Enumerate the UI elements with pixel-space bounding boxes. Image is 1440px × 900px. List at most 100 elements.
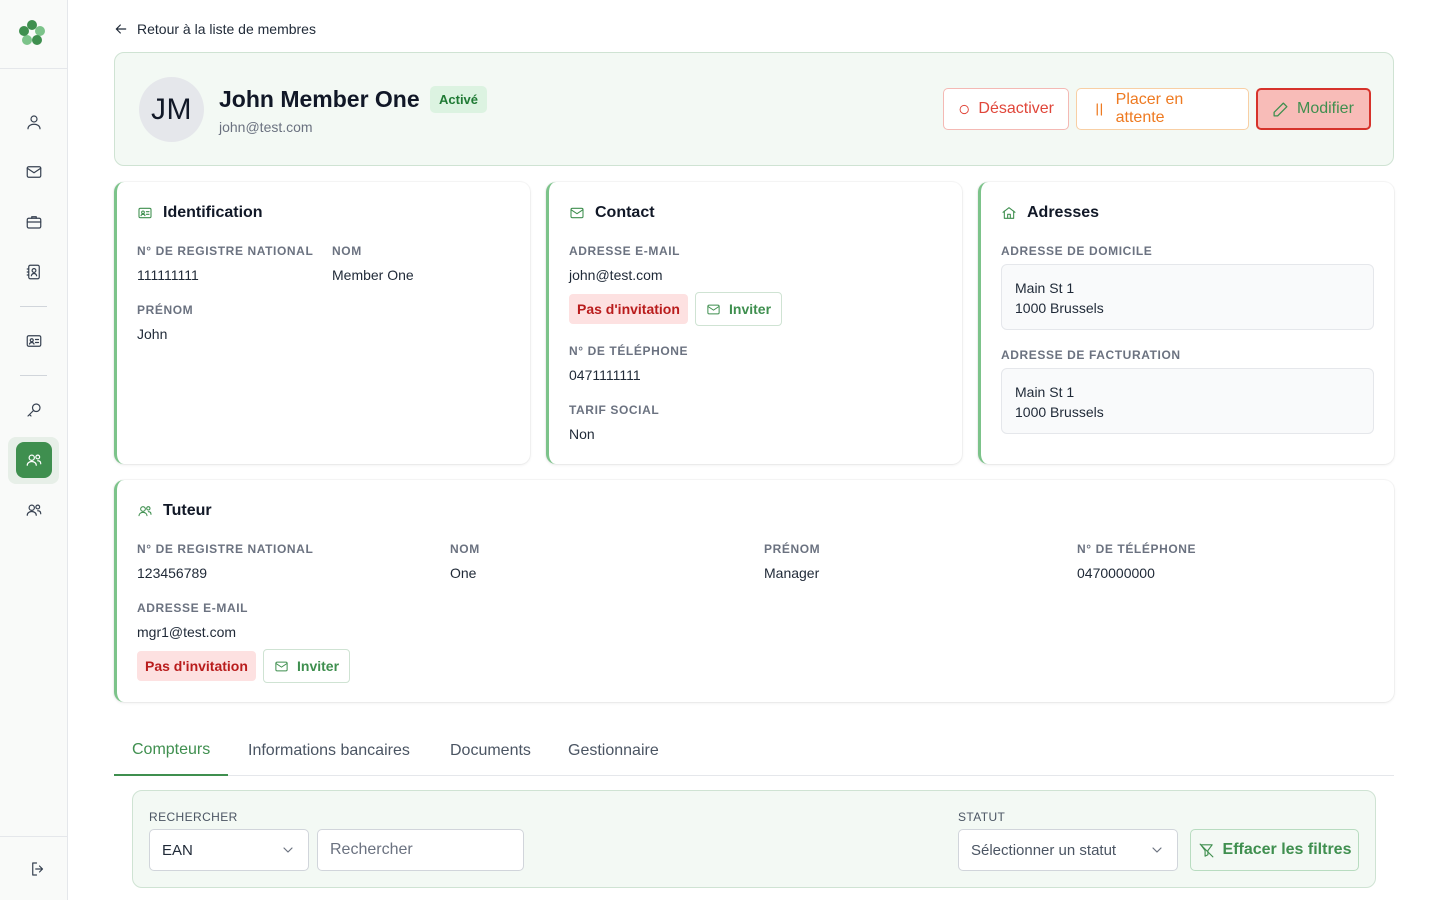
field-value: 111111111 [137, 267, 199, 283]
tab-documents[interactable]: Documents [432, 726, 549, 776]
sidebar-divider [0, 68, 68, 69]
social-tariff-field: Tarif social Non [569, 403, 659, 442]
sidebar-divider [0, 836, 68, 837]
invitation-status-badge: Pas d'invitation [569, 294, 688, 324]
field-value: 0471111111 [569, 367, 641, 383]
pencil-icon [1273, 101, 1288, 117]
field-label: Tarif social [569, 403, 660, 417]
national-register-field: N° de registre national 111111111 [137, 244, 313, 283]
tab-meters[interactable]: Compteurs [114, 726, 229, 776]
sidebar-divider [20, 375, 47, 376]
field-label: N° de téléphone [569, 344, 689, 358]
field-value: Non [569, 426, 595, 442]
search-input[interactable] [317, 829, 524, 871]
managers-icon [26, 504, 42, 516]
identification-title: Identification [137, 204, 263, 222]
member-header-card: JM John Member One Activé john@test.com … [114, 52, 1394, 166]
field-value: John [137, 326, 168, 342]
back-link-label: Retour à la liste de membres [137, 21, 316, 37]
tab-bank-info[interactable]: Informations bancaires [230, 726, 428, 776]
deactivate-label: Désactiver [978, 100, 1054, 117]
mail-icon [26, 166, 42, 178]
tab-bar: Compteurs Informations bancaires Documen… [114, 726, 1394, 776]
contact-book-icon [26, 264, 40, 280]
filter-panel: RECHERCHER EAN STATUT Sélectionner un st… [132, 790, 1376, 888]
field-label: N° de registre national [137, 542, 314, 556]
sidebar-item-messages[interactable] [16, 154, 52, 190]
address-line: 1000 Brussels [1015, 300, 1104, 316]
back-to-members-link[interactable]: Retour à la liste de membres [113, 21, 316, 37]
addresses-title-text: Adresses [1027, 204, 1100, 221]
field-value: One [450, 565, 477, 581]
chevron-down-icon [283, 847, 293, 853]
field-label: N° de registre national [137, 244, 314, 258]
sidebar [0, 0, 68, 900]
guardian-title-text: Tuteur [163, 502, 212, 519]
guardian-phone-field: N° de téléphone 0470000000 [1077, 542, 1196, 581]
edit-label: Modifier [1297, 100, 1354, 117]
address-line: 1000 Brussels [1015, 404, 1104, 420]
users-icon [138, 506, 152, 517]
guardian-card: Tuteur N° de registre national 123456789… [114, 480, 1394, 702]
tab-label: Documents [450, 742, 531, 759]
field-value: mgr1@test.com [137, 624, 237, 640]
field-label: Nom [332, 244, 362, 258]
first-name-field: Prénom John [137, 303, 193, 342]
logout-icon [32, 862, 44, 876]
billing-address-label: Adresse de facturation [1001, 348, 1181, 362]
status-label: STATUT [958, 810, 1006, 824]
sidebar-item-managers[interactable] [16, 492, 52, 528]
field-value: john@test.com [569, 267, 663, 283]
sidebar-item-portfolio[interactable] [16, 204, 52, 240]
hold-label: Placer en attente [1115, 91, 1184, 126]
guardian-invite-button[interactable]: Inviter [263, 649, 351, 683]
id-card-icon [26, 335, 42, 347]
invite-label: Inviter [729, 301, 772, 317]
user-icon [27, 115, 41, 130]
member-email: john@test.com [219, 119, 313, 135]
circle-icon [959, 104, 969, 114]
tab-label: Gestionnaire [568, 742, 659, 759]
guardian-first-name-field: Prénom Manager [764, 542, 820, 581]
home-address-box: Main St 1 1000 Brussels [1001, 264, 1374, 330]
field-label: Adresse de domicile [1001, 244, 1153, 258]
field-label: Prénom [764, 542, 821, 556]
field-value: 123456789 [137, 565, 208, 581]
addresses-card: Adresses Adresse de domicile Main St 1 1… [978, 182, 1394, 464]
email-field: Adresse e-mail john@test.com [569, 244, 680, 283]
sidebar-item-id-cards[interactable] [16, 323, 52, 359]
clear-filters-label: Effacer les filtres [1222, 841, 1352, 858]
search-field-select[interactable]: EAN [149, 829, 309, 871]
home-icon [1002, 207, 1016, 219]
field-label: N° de téléphone [1077, 542, 1197, 556]
place-on-hold-button[interactable]: Placer en attente [1076, 88, 1249, 130]
addresses-title: Adresses [1001, 204, 1099, 222]
sidebar-item-contacts[interactable] [16, 254, 52, 290]
field-label: Adresse e-mail [137, 601, 249, 615]
sidebar-item-profile[interactable] [16, 104, 52, 140]
tab-manager[interactable]: Gestionnaire [550, 726, 677, 776]
search-label: RECHERCHER [149, 810, 238, 824]
identification-title-text: Identification [163, 204, 263, 221]
contact-title-text: Contact [595, 204, 655, 221]
member-name: John Member One [219, 86, 420, 112]
contact-card: Contact Adresse e-mail john@test.com Pas… [546, 182, 962, 464]
status-select[interactable]: Sélectionner un statut [958, 829, 1178, 871]
field-value: 0470000000 [1077, 565, 1155, 581]
guardian-national-register-field: N° de registre national 123456789 [137, 542, 313, 581]
logout-button[interactable] [20, 851, 56, 887]
arrow-left-icon [115, 24, 127, 34]
invite-button[interactable]: Inviter [695, 292, 783, 326]
tab-label: Compteurs [132, 741, 211, 758]
avatar: JM [139, 77, 204, 142]
last-name-field: Nom Member One [332, 244, 414, 283]
home-address-label: Adresse de domicile [1001, 244, 1152, 258]
edit-button[interactable]: Modifier [1256, 88, 1371, 130]
guardian-invitation-status-badge: Pas d'invitation [137, 651, 256, 681]
sidebar-item-access[interactable] [16, 392, 52, 428]
deactivate-button[interactable]: Désactiver [943, 88, 1069, 130]
clear-filters-button[interactable]: Effacer les filtres [1190, 829, 1359, 871]
sidebar-item-members[interactable] [16, 442, 52, 478]
field-value: Member One [332, 267, 414, 283]
field-label: Adresse de facturation [1001, 348, 1181, 362]
